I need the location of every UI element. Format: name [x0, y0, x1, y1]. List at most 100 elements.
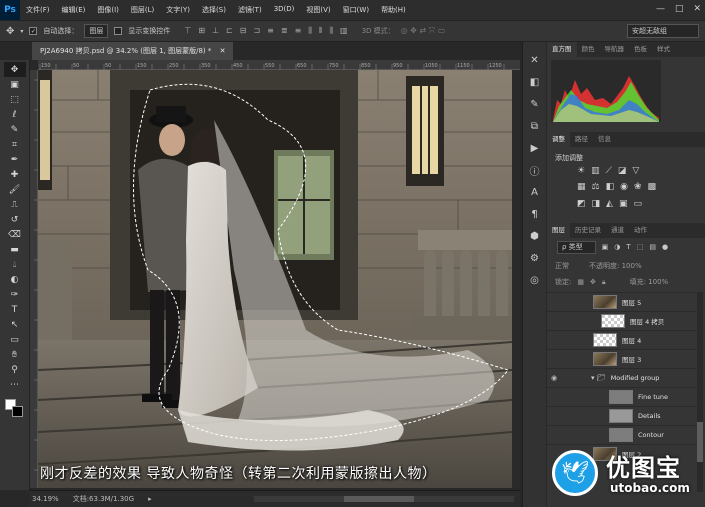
posterize-icon[interactable]: ◨: [592, 199, 601, 209]
distribute-left-icon[interactable]: ⫼: [308, 26, 312, 36]
visibility-eye-icon[interactable]: ◉: [547, 374, 561, 382]
artboard-tool-icon[interactable]: ▣: [4, 77, 26, 92]
black-white-icon[interactable]: ◧: [606, 182, 615, 192]
marquee-tool-icon[interactable]: ⬚: [4, 92, 26, 107]
3d-icon[interactable]: ⬢: [527, 228, 543, 244]
horizontal-scrollbar[interactable]: [254, 496, 514, 502]
blend-mode-select[interactable]: 正常: [555, 261, 569, 271]
workspace-dropdown[interactable]: 安超无敌组: [627, 24, 699, 38]
group-folder-icon[interactable]: ▾ 📁︎: [591, 374, 606, 382]
histogram-tab-3[interactable]: 色板: [629, 42, 652, 57]
actions-icon[interactable]: ▶: [527, 140, 543, 156]
fill-field[interactable]: 填充: 100%: [630, 277, 669, 287]
minimize-button[interactable]: —: [656, 4, 665, 14]
align-bottom-icon[interactable]: ⊥: [212, 26, 219, 36]
distribute-hcenter-icon[interactable]: ⫴: [319, 26, 322, 36]
histogram-tab-0[interactable]: 直方图: [547, 42, 577, 57]
healing-tool-icon[interactable]: ✚: [4, 167, 26, 182]
layer-row[interactable]: 图层 4: [547, 330, 697, 349]
lasso-tool-icon[interactable]: ℓ: [4, 107, 26, 122]
history-brush-icon[interactable]: ✕: [527, 52, 543, 68]
menu-item-3[interactable]: 图层(L): [125, 5, 160, 15]
menu-item-5[interactable]: 选择(S): [196, 5, 232, 15]
menu-item-0[interactable]: 文件(F): [20, 5, 56, 15]
zoom-level[interactable]: 34.19%: [32, 495, 59, 503]
layer-row[interactable]: Contour: [547, 425, 697, 444]
menu-item-8[interactable]: 视图(V): [300, 5, 336, 15]
exposure-icon[interactable]: ◪: [618, 166, 627, 176]
levels-icon[interactable]: ▥: [591, 166, 600, 176]
layer-row[interactable]: Fine tune: [547, 387, 697, 406]
histogram-tab-1[interactable]: 颜色: [577, 42, 600, 57]
opacity-field[interactable]: 不透明度: 100%: [589, 261, 642, 271]
rectangle-tool-icon[interactable]: ▭: [4, 332, 26, 347]
clone-stamp-tool-icon[interactable]: ⎍: [4, 197, 26, 212]
auto-select-checkbox[interactable]: ✓: [29, 27, 38, 35]
info-icon[interactable]: ⓘ: [527, 162, 543, 178]
filter-pixel-icon[interactable]: ▣: [602, 243, 609, 251]
align-top-icon[interactable]: ⊤: [184, 26, 191, 36]
move-tool-icon[interactable]: ✥: [3, 62, 26, 77]
selective-color-icon[interactable]: ▣: [619, 199, 628, 209]
lock-position-icon[interactable]: ✥: [590, 278, 596, 286]
auto-select-dropdown[interactable]: 图层: [84, 24, 109, 38]
align-right-icon[interactable]: ⊐: [253, 26, 260, 36]
layers-tab-2[interactable]: 通道: [606, 223, 629, 238]
histogram-tab-2[interactable]: 导航器: [600, 42, 630, 57]
brush-tool-icon[interactable]: 🖌︎: [4, 182, 26, 197]
align-left-icon[interactable]: ⊏: [226, 26, 233, 36]
invert-icon[interactable]: ◩: [577, 199, 586, 209]
gradient-tool-icon[interactable]: ▬: [4, 242, 26, 257]
document-tab[interactable]: PJ2A6940 拷贝.psd @ 34.2% (图层 1, 图层蒙版/8) *…: [32, 42, 234, 60]
zoom-tool-icon[interactable]: ⚲: [4, 362, 26, 377]
distribute-vcenter-icon[interactable]: ≣: [281, 26, 288, 36]
layer-row[interactable]: 图层 3: [547, 349, 697, 368]
brush-panel-icon[interactable]: ✎: [527, 96, 543, 112]
status-menu-icon[interactable]: ▸: [148, 495, 152, 503]
history-brush-tool-icon[interactable]: ↺: [4, 212, 26, 227]
color-lookup-icon[interactable]: ▩: [648, 182, 657, 192]
photo-filter-icon[interactable]: ◉: [620, 182, 628, 192]
filter-adjust-icon[interactable]: ◑: [614, 243, 620, 251]
layers-tab-0[interactable]: 图层: [547, 223, 570, 238]
move-tool-icon[interactable]: ✥: [6, 26, 14, 37]
close-button[interactable]: ✕: [693, 4, 701, 14]
dodge-tool-icon[interactable]: ◐: [4, 272, 26, 287]
layers-tab-1[interactable]: 历史记录: [570, 223, 606, 238]
3d-mode-icons[interactable]: ◎ ✥ ⇄ ⤧ ▭: [401, 26, 446, 36]
distribute-bottom-icon[interactable]: ≡: [295, 26, 302, 36]
quick-select-tool-icon[interactable]: ✎: [4, 122, 26, 137]
curves-icon[interactable]: ⟋: [606, 166, 612, 176]
filter-shape-icon[interactable]: ⬚: [637, 243, 644, 251]
menu-item-4[interactable]: 文字(Y): [160, 5, 196, 15]
tool-presets-icon[interactable]: ⚙: [527, 250, 543, 266]
auto-align-icon[interactable]: ▥: [340, 26, 348, 36]
glyphs-icon[interactable]: ◎: [527, 272, 543, 288]
filter-toggle-icon[interactable]: ●: [662, 243, 668, 251]
close-tab-icon[interactable]: ✕: [220, 47, 226, 55]
vertical-scrollbar[interactable]: [512, 70, 520, 488]
menu-item-9[interactable]: 窗口(W): [337, 5, 375, 15]
vibrance-icon[interactable]: ▽: [632, 166, 639, 176]
hue-saturation-icon[interactable]: ▦: [577, 182, 586, 192]
layer-kind-filter[interactable]: ρ 类型: [557, 240, 596, 254]
distribute-right-icon[interactable]: ⫼: [329, 26, 333, 36]
layer-row[interactable]: 图层 5: [547, 292, 697, 311]
adjustments-tab-2[interactable]: 信息: [593, 132, 616, 147]
crop-tool-icon[interactable]: ⌗: [4, 137, 26, 152]
menu-item-7[interactable]: 3D(D): [268, 5, 301, 15]
tool-preset-chevron-icon[interactable]: ▾: [20, 28, 23, 35]
channel-mixer-icon[interactable]: ❀: [634, 182, 642, 192]
menu-item-2[interactable]: 图像(I): [91, 5, 125, 15]
filter-smart-icon[interactable]: ▤: [649, 243, 656, 251]
filter-type-icon[interactable]: T: [626, 243, 630, 251]
histogram-tab-4[interactable]: 样式: [652, 42, 675, 57]
type-tool-icon[interactable]: T: [4, 302, 26, 317]
clone-source-icon[interactable]: ⧉: [527, 118, 543, 134]
gradient-map-icon[interactable]: ▭: [633, 199, 642, 209]
blur-tool-icon[interactable]: 💧︎: [4, 257, 26, 272]
background-color-swatch[interactable]: [11, 406, 23, 417]
document-canvas[interactable]: [38, 70, 512, 488]
align-hcenter-icon[interactable]: ⊟: [240, 26, 247, 36]
distribute-top-icon[interactable]: ≡: [267, 26, 274, 36]
